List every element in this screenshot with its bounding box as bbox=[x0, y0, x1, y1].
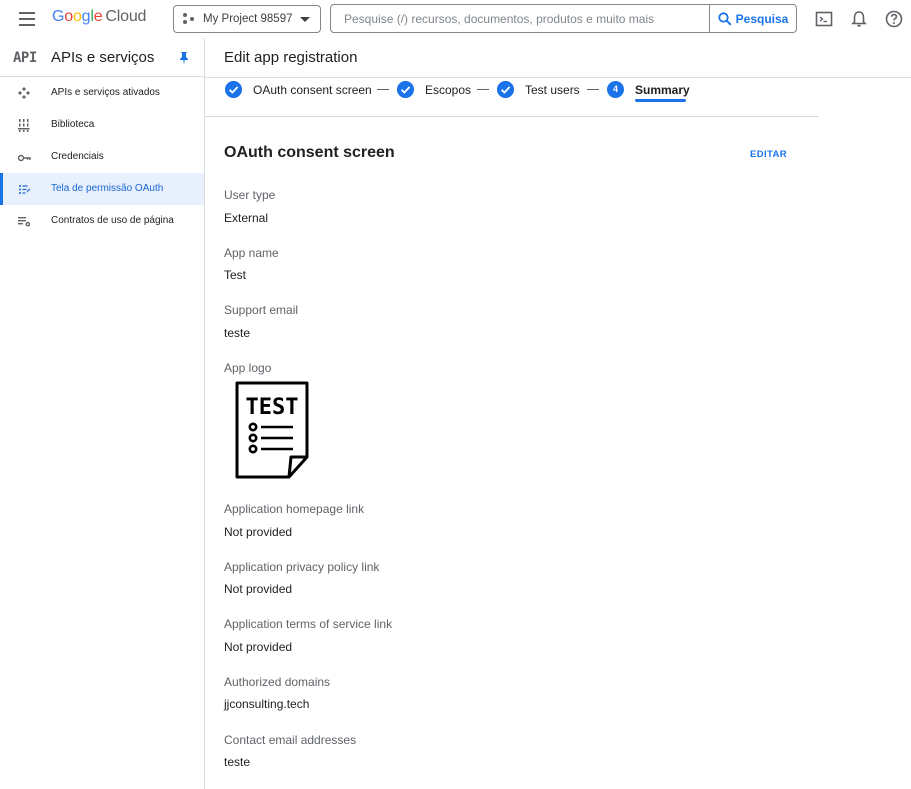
app-logo-image: TEST bbox=[235, 381, 309, 479]
library-icon bbox=[18, 119, 30, 132]
sidebar-item-apis-ativados[interactable]: APIs e serviços ativados bbox=[0, 77, 204, 109]
field-label-homepage-link: Application homepage link bbox=[224, 502, 365, 516]
consent-icon bbox=[19, 185, 31, 194]
bell-icon[interactable] bbox=[849, 9, 869, 29]
step-summary[interactable]: Summary bbox=[635, 83, 690, 97]
check-circle-icon bbox=[397, 81, 414, 98]
field-value-terms-link: Not provided bbox=[224, 640, 293, 654]
project-selector[interactable]: My Project 98597 bbox=[173, 5, 321, 33]
logo-letter: G bbox=[52, 8, 65, 25]
field-value-privacy-policy-link: Not provided bbox=[224, 582, 293, 596]
step-oauth-consent-screen[interactable]: OAuth consent screen bbox=[253, 83, 372, 97]
field-value-authorized-domains: jjconsulting.tech bbox=[224, 697, 310, 711]
chevron-down-icon bbox=[300, 17, 310, 22]
step-connector bbox=[587, 89, 599, 90]
app-logo-text: TEST bbox=[246, 395, 299, 420]
field-label-support-email: Support email bbox=[224, 303, 299, 317]
sidebar-item-label: Credenciais bbox=[51, 151, 104, 162]
menu-icon[interactable] bbox=[19, 12, 35, 26]
section-title: OAuth consent screen bbox=[224, 144, 395, 161]
field-value-contact-emails: teste bbox=[224, 755, 251, 769]
key-icon bbox=[17, 154, 31, 162]
agreements-icon bbox=[18, 217, 31, 227]
sidebar-title: APIs e serviços bbox=[51, 49, 155, 66]
apis-icon bbox=[18, 87, 30, 99]
field-value-support-email: teste bbox=[224, 326, 251, 340]
help-icon[interactable] bbox=[884, 9, 904, 29]
sidebar-item-label: Tela de permissão OAuth bbox=[51, 183, 164, 194]
active-step-indicator bbox=[635, 99, 686, 102]
step-test-users[interactable]: Test users bbox=[525, 83, 580, 97]
step-escopos[interactable]: Escopos bbox=[425, 83, 471, 97]
search-button[interactable]: Pesquisa bbox=[709, 5, 796, 32]
sidebar-item-biblioteca[interactable]: Biblioteca bbox=[0, 109, 204, 141]
sidebar-item-label: Contratos de uso de página bbox=[51, 215, 174, 226]
sidebar-header: API APIs e serviços bbox=[0, 38, 204, 77]
sidebar-item-contratos[interactable]: Contratos de uso de página bbox=[0, 205, 204, 237]
terminal-icon[interactable] bbox=[814, 9, 834, 29]
field-label-app-name: App name bbox=[224, 246, 279, 260]
project-name: My Project 98597 bbox=[203, 13, 293, 25]
sidebar-item-credenciais[interactable]: Credenciais bbox=[0, 141, 204, 173]
field-value-homepage-link: Not provided bbox=[224, 525, 293, 539]
field-value-app-name: Test bbox=[224, 268, 247, 282]
field-value-user-type: External bbox=[224, 211, 269, 225]
page-header: Edit app registration bbox=[205, 38, 911, 78]
api-logo-icon: API bbox=[13, 50, 37, 66]
stepper: OAuth consent screen Escopos Test users … bbox=[205, 78, 819, 117]
edit-button[interactable]: EDITAR bbox=[750, 149, 787, 160]
logo-letter: e bbox=[93, 8, 103, 25]
check-circle-icon bbox=[225, 81, 242, 98]
sidebar-item-tela-permissao-oauth[interactable]: Tela de permissão OAuth bbox=[0, 173, 204, 205]
search-input[interactable] bbox=[331, 5, 709, 32]
logo-letter: o bbox=[64, 8, 73, 25]
step-connector bbox=[477, 89, 489, 90]
logo-letter: o bbox=[72, 8, 82, 25]
check-circle-icon bbox=[497, 81, 514, 98]
project-icon bbox=[183, 13, 195, 25]
field-label-terms-link: Application terms of service link bbox=[224, 617, 393, 631]
step-connector bbox=[377, 89, 389, 90]
search-icon bbox=[718, 11, 732, 26]
field-label-user-type: User type bbox=[224, 188, 276, 202]
top-bar: GoogleCloud My Project 98597 Pesquisa bbox=[0, 0, 911, 38]
field-label-privacy-policy-link: Application privacy policy link bbox=[224, 560, 380, 574]
field-label-authorized-domains: Authorized domains bbox=[224, 675, 331, 689]
step-number-badge: 4 bbox=[607, 81, 624, 98]
sidebar-item-label: APIs e serviços ativados bbox=[51, 87, 160, 98]
page-title: Edit app registration bbox=[224, 49, 358, 66]
sidebar: API APIs e serviços APIs e serviços ativ… bbox=[0, 38, 205, 789]
google-cloud-logo[interactable]: Google Cloud bbox=[52, 8, 146, 26]
logo-cloud-text: Cloud bbox=[105, 8, 147, 25]
field-label-app-logo: App logo bbox=[224, 361, 272, 375]
search-button-label: Pesquisa bbox=[735, 11, 789, 26]
pin-icon[interactable] bbox=[178, 51, 190, 65]
sidebar-item-label: Biblioteca bbox=[51, 119, 95, 130]
search-bar: Pesquisa bbox=[330, 4, 797, 33]
field-label-contact-emails: Contact email addresses bbox=[224, 733, 357, 747]
